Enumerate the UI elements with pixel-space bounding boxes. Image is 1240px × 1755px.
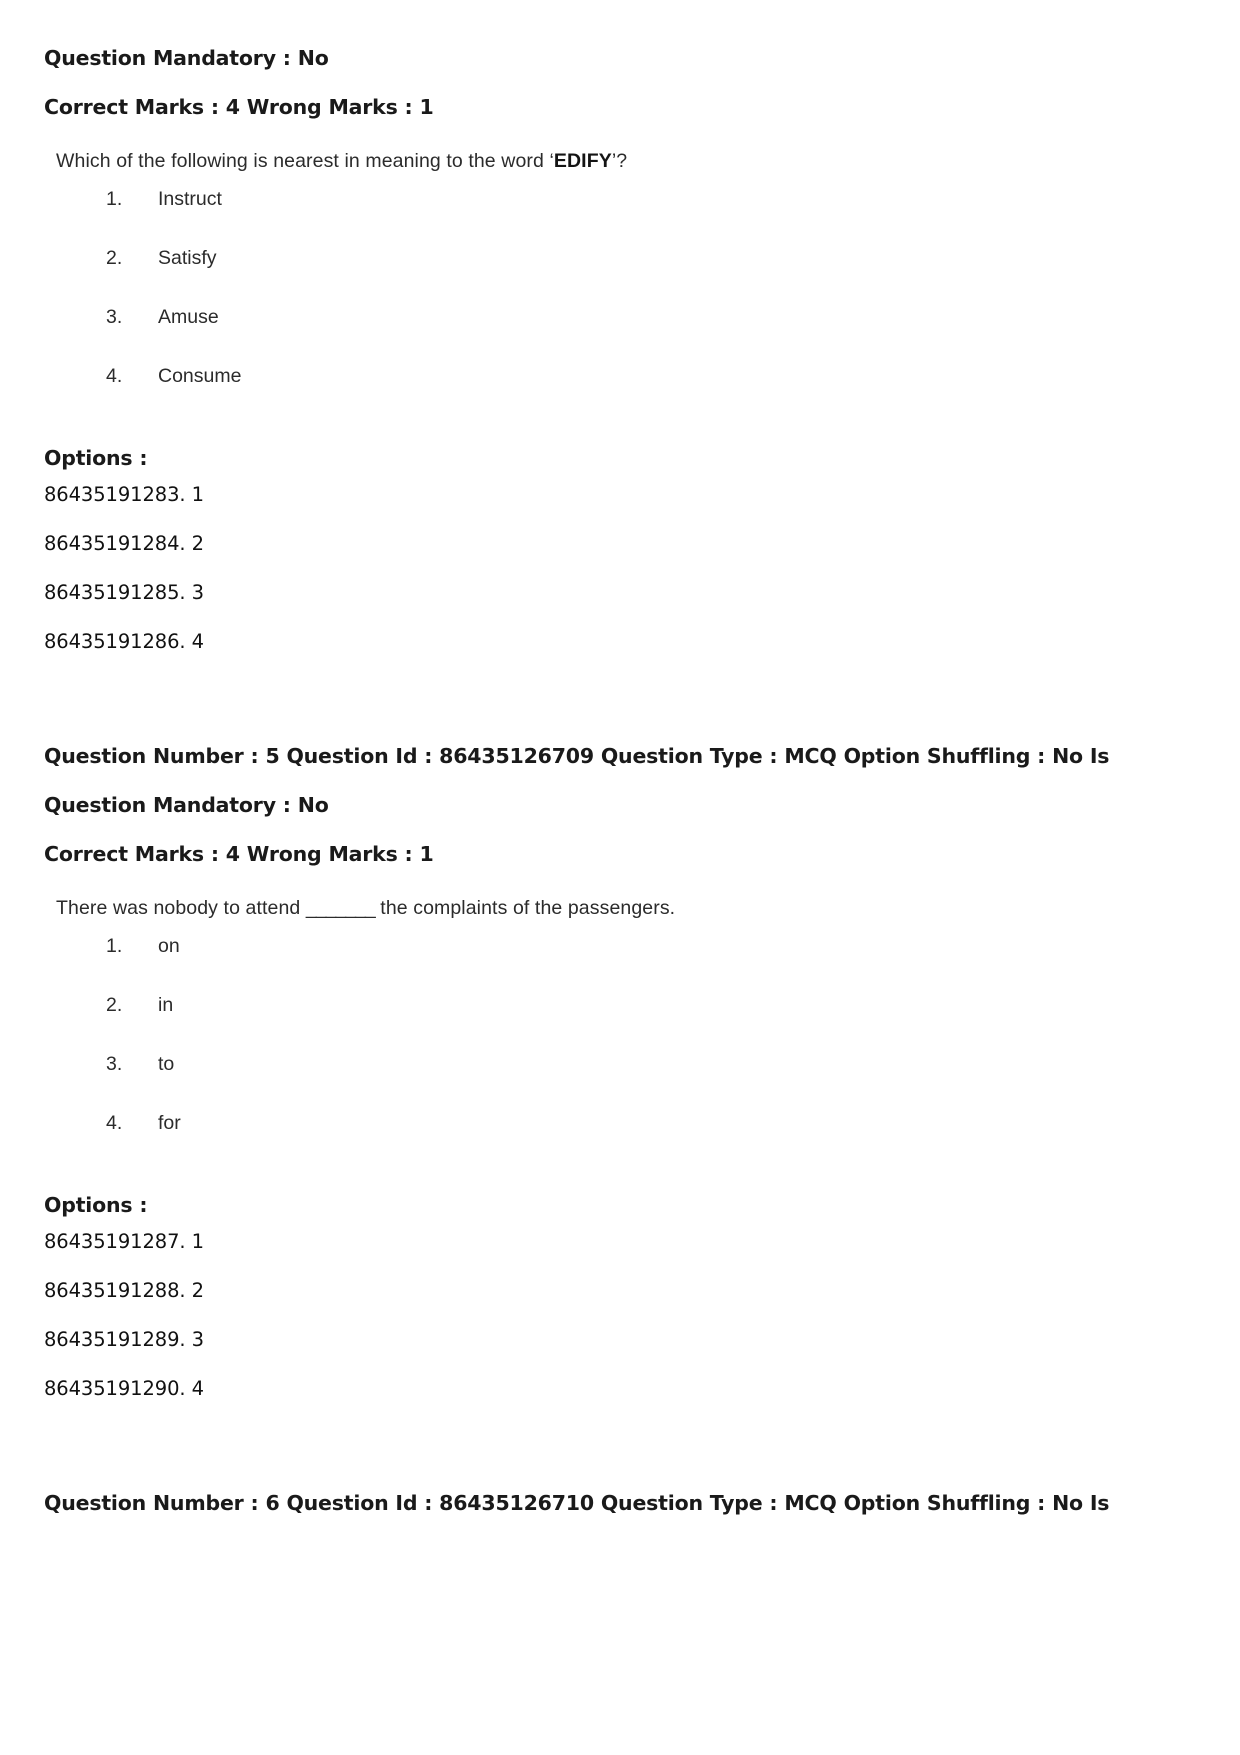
choice-item: 3. to bbox=[44, 1053, 1196, 1112]
choice-label: to bbox=[158, 1053, 175, 1075]
choice-number: 4. bbox=[106, 365, 123, 387]
question-header-line: Question Number : 6 Question Id : 864351… bbox=[44, 1491, 1110, 1515]
choice-item: 4. Consume bbox=[44, 365, 1196, 424]
question-mandatory-line: Question Mandatory : No bbox=[44, 46, 329, 70]
option-id-row: 86435191288. 2 bbox=[44, 1279, 204, 1302]
question-blank: _______ bbox=[305, 897, 376, 919]
choice-number: 2. bbox=[106, 994, 123, 1016]
option-id-row: 86435191290. 4 bbox=[44, 1377, 204, 1400]
choice-number: 4. bbox=[106, 1112, 123, 1134]
option-id-row: 86435191283. 1 bbox=[44, 483, 204, 506]
choice-label: Instruct bbox=[158, 188, 222, 210]
question-header-line: Question Number : 5 Question Id : 864351… bbox=[44, 744, 1110, 768]
options-heading: Options : bbox=[44, 446, 148, 470]
options-heading: Options : bbox=[44, 1193, 148, 1217]
choice-list: 1. on 2. in 3. to 4. for bbox=[44, 935, 1196, 1171]
choice-item: 2. in bbox=[44, 994, 1196, 1053]
option-id-row: 86435191287. 1 bbox=[44, 1230, 204, 1253]
question-stem-prefix: Which of the following is nearest in mea… bbox=[56, 150, 554, 172]
question-stem-keyword: EDIFY bbox=[553, 150, 612, 172]
question-stem-prefix: There was nobody to attend bbox=[56, 897, 306, 919]
question-marks-line: Correct Marks : 4 Wrong Marks : 1 bbox=[44, 842, 434, 866]
question-block-6: Question Number : 6 Question Id : 864351… bbox=[44, 1479, 1196, 1528]
choice-label: for bbox=[158, 1112, 181, 1134]
question-stem: There was nobody to attend _______ the c… bbox=[56, 895, 1196, 921]
document-page: Question Mandatory : No Correct Marks : … bbox=[0, 0, 1240, 1755]
choice-label: in bbox=[158, 994, 174, 1016]
question-mandatory-line: Question Mandatory : No bbox=[44, 793, 329, 817]
question-block-4: Question Mandatory : No Correct Marks : … bbox=[44, 34, 1196, 666]
choice-item: 3. Amuse bbox=[44, 306, 1196, 365]
choice-number: 2. bbox=[106, 247, 123, 269]
question-stem-suffix: ’? bbox=[611, 150, 628, 172]
question-stem: Which of the following is nearest in mea… bbox=[56, 148, 1196, 174]
choice-label: Consume bbox=[158, 365, 242, 387]
option-id-row: 86435191285. 3 bbox=[44, 581, 204, 604]
option-id-row: 86435191284. 2 bbox=[44, 532, 204, 555]
question-block-5: Question Number : 5 Question Id : 864351… bbox=[44, 732, 1196, 1413]
question-stem-suffix: the complaints of the passengers. bbox=[374, 897, 676, 919]
choice-number: 3. bbox=[106, 306, 123, 328]
option-id-row: 86435191286. 4 bbox=[44, 630, 204, 653]
choice-label: Amuse bbox=[158, 306, 219, 328]
choice-item: 1. on bbox=[44, 935, 1196, 994]
choice-number: 1. bbox=[106, 935, 123, 957]
choice-label: on bbox=[158, 935, 180, 957]
choice-number: 3. bbox=[106, 1053, 123, 1075]
choice-number: 1. bbox=[106, 188, 123, 210]
choice-item: 1. Instruct bbox=[44, 188, 1196, 247]
choice-list: 1. Instruct 2. Satisfy 3. Amuse 4. Consu… bbox=[44, 188, 1196, 424]
question-marks-line: Correct Marks : 4 Wrong Marks : 1 bbox=[44, 95, 434, 119]
choice-label: Satisfy bbox=[158, 247, 217, 269]
option-id-row: 86435191289. 3 bbox=[44, 1328, 204, 1351]
choice-item: 2. Satisfy bbox=[44, 247, 1196, 306]
choice-item: 4. for bbox=[44, 1112, 1196, 1171]
